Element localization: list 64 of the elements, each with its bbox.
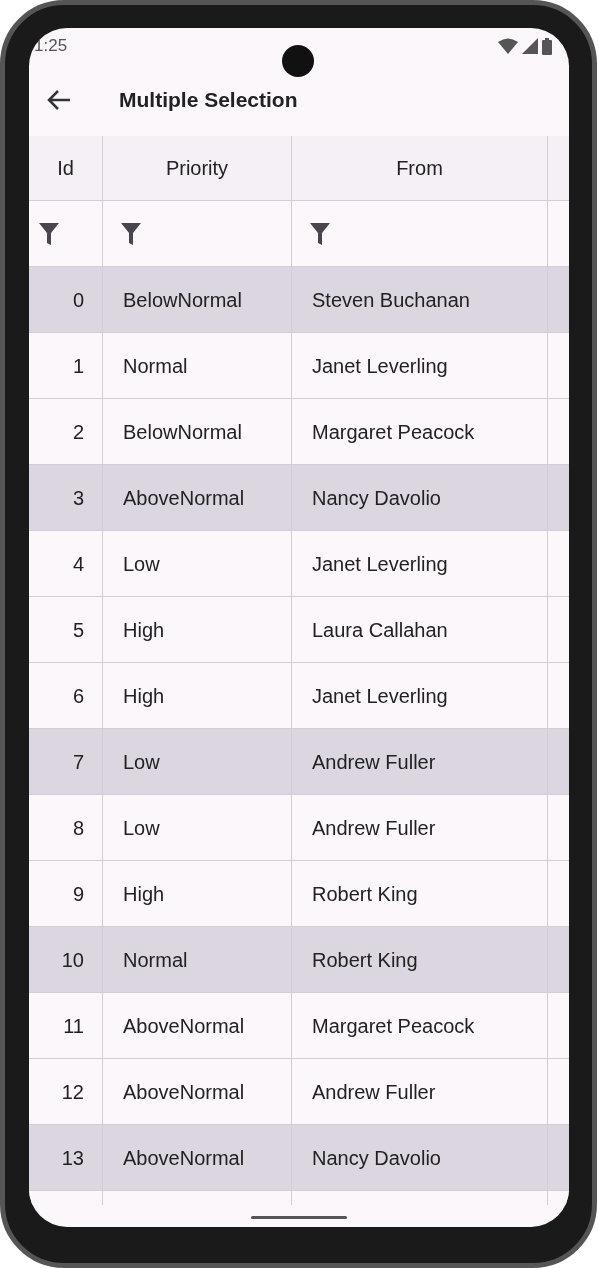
table-cell-text: High bbox=[123, 881, 165, 907]
table-cell-text: High bbox=[123, 617, 165, 643]
table-cell-text: 10 bbox=[61, 947, 84, 973]
table-cell-text: Normal bbox=[123, 353, 188, 379]
page-title: Multiple Selection bbox=[119, 87, 298, 114]
table-cell-text: Nancy Davolio bbox=[312, 485, 441, 511]
table-cell-text: 3 bbox=[72, 485, 84, 511]
filter-icon[interactable] bbox=[121, 222, 141, 245]
table-cell-text: Janet Leverling bbox=[312, 353, 448, 379]
table-cell-text: Andrew Fuller bbox=[312, 1079, 436, 1105]
table-row[interactable]: 1 Normal Janet Leverling bbox=[29, 333, 569, 399]
table-cell-text: 5 bbox=[72, 617, 84, 643]
table-cell-text: 12 bbox=[61, 1079, 84, 1105]
camera-hole bbox=[282, 45, 314, 77]
filter-icon[interactable] bbox=[39, 222, 59, 245]
table-cell-text: 4 bbox=[72, 551, 84, 577]
table-cell-text: 8 bbox=[72, 815, 84, 841]
table-row[interactable]: 6 High Janet Leverling bbox=[29, 663, 569, 729]
table-cell-text: Robert King bbox=[312, 881, 418, 907]
table-row[interactable]: 10 Normal Robert King bbox=[29, 927, 569, 993]
table-row[interactable]: 11 AboveNormal Margaret Peacock bbox=[29, 993, 569, 1059]
table-cell-text: Laura Callahan bbox=[312, 617, 448, 643]
table-cell-text: Normal bbox=[123, 947, 188, 973]
table-cell-text: Robert King bbox=[312, 947, 418, 973]
battery-icon bbox=[542, 37, 552, 55]
table-cell-text: AboveNormal bbox=[123, 1013, 245, 1039]
table-cell-text: Low bbox=[123, 749, 160, 775]
table-row[interactable]: 4 Low Janet Leverling bbox=[29, 531, 569, 597]
table-cell-text: Andrew Fuller bbox=[312, 749, 436, 775]
table-cell-text: Andrew Fuller bbox=[312, 815, 436, 841]
table-cell-text: 1 bbox=[72, 353, 84, 379]
table-row[interactable]: 7 Low Andrew Fuller bbox=[29, 729, 569, 795]
table-cell-text: High bbox=[123, 683, 165, 709]
wifi-icon bbox=[498, 38, 518, 54]
table-row[interactable]: 8 Low Andrew Fuller bbox=[29, 795, 569, 861]
table-row[interactable]: 5 High Laura Callahan bbox=[29, 597, 569, 663]
table-cell-text: 6 bbox=[72, 683, 84, 709]
table-cell-text: 9 bbox=[72, 881, 84, 907]
table-cell-text: AboveNormal bbox=[123, 1145, 245, 1171]
table-cell-text: 0 bbox=[72, 287, 84, 313]
table-cell-text: Janet Leverling bbox=[312, 683, 448, 709]
table-cell-text: 7 bbox=[72, 749, 84, 775]
signal-icon bbox=[522, 38, 538, 54]
table-row[interactable]: 13 AboveNormal Nancy Davolio bbox=[29, 1125, 569, 1191]
table-cell-text: BelowNormal bbox=[123, 287, 242, 313]
table-cell-text: Margaret Peacock bbox=[312, 419, 475, 445]
table-cell-text: AboveNormal bbox=[123, 1079, 245, 1105]
table-row[interactable]: 3 AboveNormal Nancy Davolio bbox=[29, 465, 569, 531]
table-row[interactable]: 2 BelowNormal Margaret Peacock bbox=[29, 399, 569, 465]
table-cell-text: 2 bbox=[72, 419, 84, 445]
table-cell-text: Low bbox=[123, 815, 160, 841]
table-cell-text: 11 bbox=[63, 1013, 84, 1039]
table-cell-text: Nancy Davolio bbox=[312, 1145, 441, 1171]
filter-icon[interactable] bbox=[310, 222, 330, 245]
table-cell-text: Steven Buchanan bbox=[312, 287, 470, 313]
table-cell-text: Low bbox=[123, 551, 160, 577]
table-cell-text: 13 bbox=[61, 1145, 84, 1171]
table-row[interactable]: 9 High Robert King bbox=[29, 861, 569, 927]
table-cell-text: BelowNormal bbox=[123, 419, 242, 445]
table-row[interactable]: 0 BelowNormal Steven Buchanan bbox=[29, 267, 569, 333]
table-cell-text: Janet Leverling bbox=[312, 551, 448, 577]
table-row[interactable]: 12 AboveNormal Andrew Fuller bbox=[29, 1059, 569, 1125]
table-cell-text: Margaret Peacock bbox=[312, 1013, 475, 1039]
table-cell-text: AboveNormal bbox=[123, 485, 245, 511]
